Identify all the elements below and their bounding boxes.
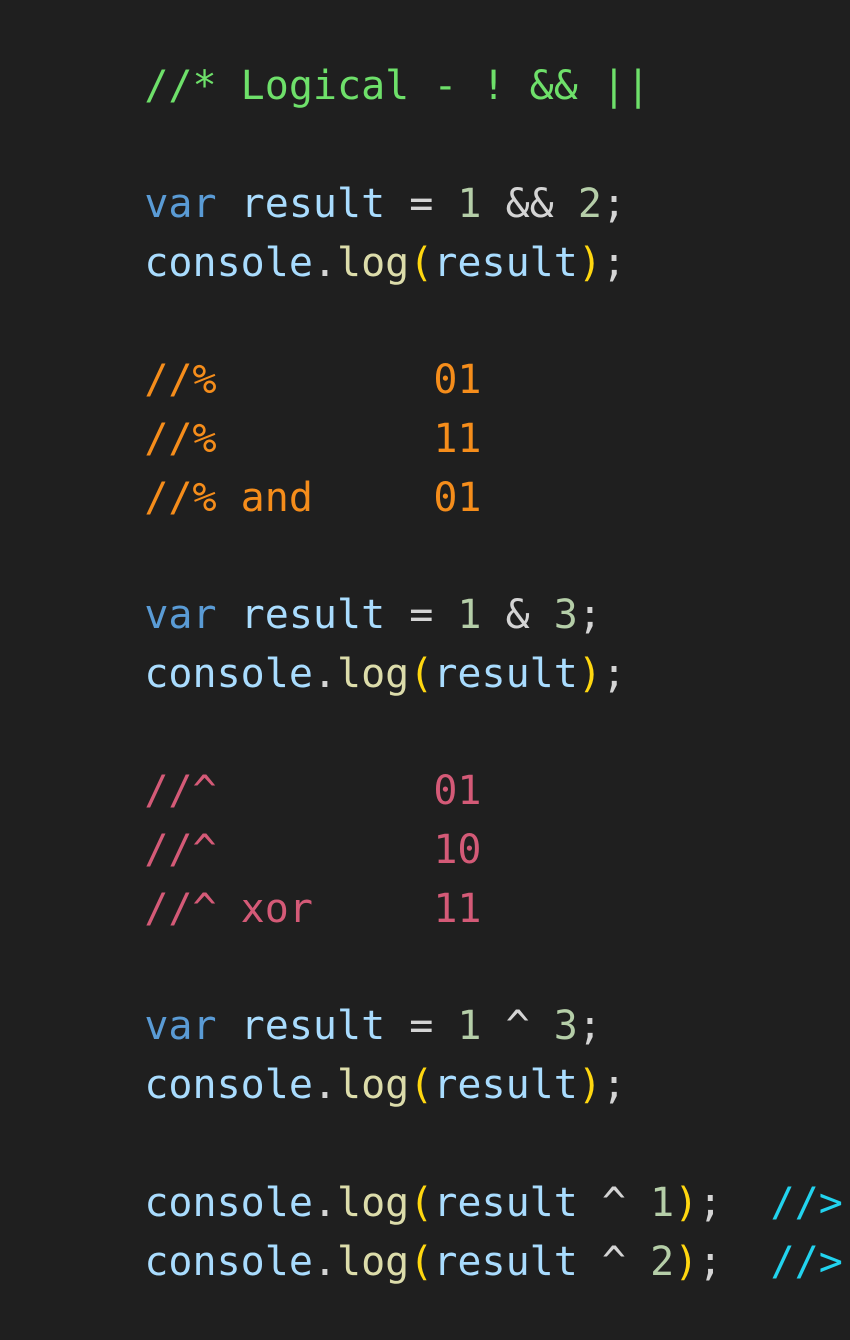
paren: ( bbox=[409, 240, 434, 286]
function-name: log bbox=[337, 1062, 410, 1108]
code-line: //% 11 bbox=[48, 361, 481, 462]
comment: //> 1 bbox=[770, 1239, 843, 1285]
paren: ) bbox=[577, 1062, 602, 1108]
comment: //% and 01 bbox=[144, 475, 482, 521]
semicolon: ; bbox=[601, 240, 627, 286]
code-line: console.log(result); bbox=[48, 1007, 626, 1108]
code-line: var result = 1 & 3; bbox=[48, 537, 602, 638]
code-line: var result = 1 ^ 3; bbox=[48, 948, 602, 1049]
semicolon: ; bbox=[601, 651, 627, 697]
code-line: //% 01 bbox=[48, 302, 481, 403]
identifier: console bbox=[144, 240, 313, 286]
code-line: //% and 01 bbox=[48, 420, 481, 521]
code-line: //* Logical - ! && || bbox=[48, 8, 650, 109]
identifier: console bbox=[144, 1239, 313, 1285]
function-name: log bbox=[337, 1239, 410, 1285]
identifier: console bbox=[144, 651, 313, 697]
identifier: result bbox=[433, 1239, 578, 1285]
dot: . bbox=[312, 651, 337, 697]
paren: ) bbox=[674, 1239, 699, 1285]
dot: . bbox=[312, 1062, 337, 1108]
code-line: console.log(result); bbox=[48, 596, 626, 697]
identifier: result bbox=[433, 1062, 578, 1108]
identifier: result bbox=[433, 240, 578, 286]
semicolon: ; bbox=[698, 1239, 723, 1285]
code-line: //^ xor 11 bbox=[48, 831, 481, 932]
paren: ( bbox=[409, 651, 434, 697]
function-name: log bbox=[337, 240, 410, 286]
semicolon: ; bbox=[601, 1062, 627, 1108]
number: 2 bbox=[650, 1239, 675, 1285]
code-line: //^ 01 bbox=[48, 713, 481, 814]
code-line: console.log(result ^ 2); //> 1 bbox=[48, 1184, 850, 1285]
paren: ) bbox=[577, 240, 602, 286]
identifier: result bbox=[433, 651, 578, 697]
code-editor[interactable]: //* Logical - ! && || var result = 1 && … bbox=[0, 0, 850, 1285]
comment: //^ xor 11 bbox=[144, 886, 482, 932]
paren: ( bbox=[409, 1239, 434, 1285]
paren: ) bbox=[577, 651, 602, 697]
code-line: //^ 10 bbox=[48, 772, 481, 873]
dot: . bbox=[312, 1239, 337, 1285]
comment: //* Logical - ! && || bbox=[144, 63, 651, 109]
paren: ( bbox=[409, 1062, 434, 1108]
operator: ^ bbox=[577, 1239, 651, 1285]
code-line: var result = 1 && 2; bbox=[48, 126, 626, 227]
function-name: log bbox=[337, 651, 410, 697]
code-line: console.log(result); bbox=[48, 185, 626, 286]
code-line: console.log(result ^ 1); //> 2 bbox=[48, 1125, 850, 1226]
identifier: console bbox=[144, 1062, 313, 1108]
dot: . bbox=[312, 240, 337, 286]
